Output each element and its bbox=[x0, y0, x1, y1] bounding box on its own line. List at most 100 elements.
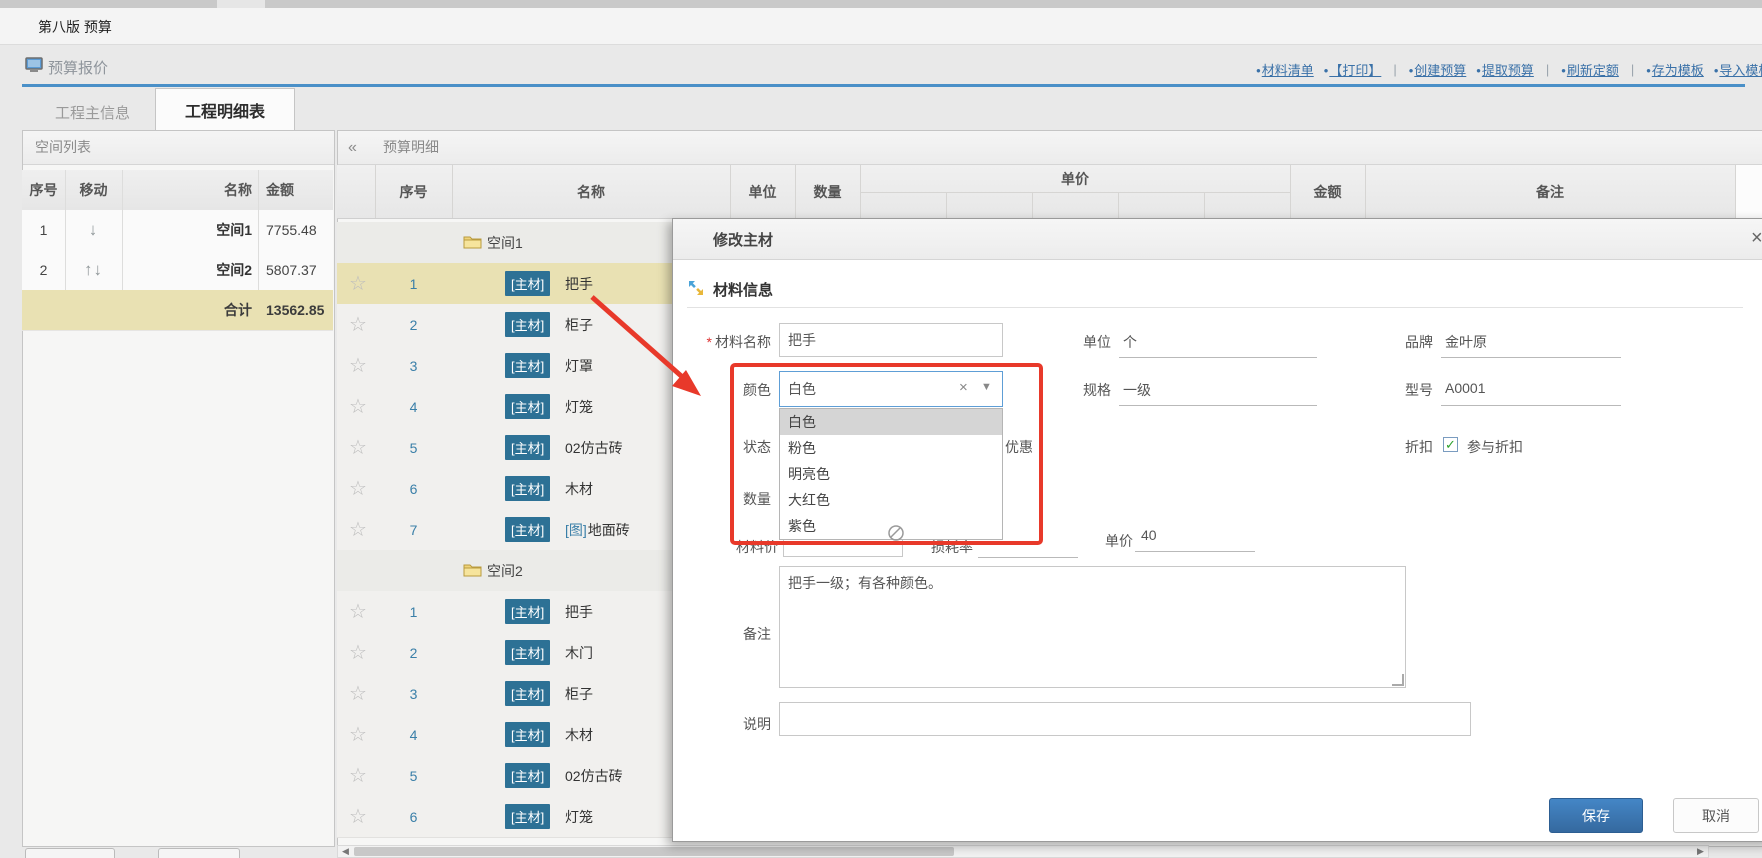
unit-label: 单位 bbox=[1011, 332, 1111, 352]
offer-label: 优惠 bbox=[1005, 437, 1045, 457]
unit-price-input[interactable]: 40 bbox=[1141, 527, 1157, 543]
col-move: 移动 bbox=[65, 170, 122, 210]
star-icon[interactable]: ☆ bbox=[345, 427, 371, 468]
star-icon[interactable]: ☆ bbox=[345, 386, 371, 427]
budget-detail-title: 预算明细 bbox=[383, 131, 439, 164]
toolbar-link-import-template[interactable]: •导入模板/预 bbox=[1714, 60, 1762, 79]
star-icon[interactable]: ☆ bbox=[345, 509, 371, 550]
star-icon[interactable]: ☆ bbox=[345, 304, 371, 345]
header-unit-price-group: 单价 bbox=[860, 165, 1290, 192]
brand-input[interactable]: 金叶原 bbox=[1445, 332, 1487, 352]
loss-rate-label: 损耗率 bbox=[913, 537, 973, 557]
section-divider bbox=[687, 307, 1743, 308]
qty-label: 数量 bbox=[673, 489, 771, 509]
unit-input[interactable]: 个 bbox=[1123, 332, 1137, 352]
toolbar-link-save-template[interactable]: •存为模板 bbox=[1646, 60, 1704, 79]
main-material-badge: [主材] bbox=[505, 394, 550, 419]
remark-textarea[interactable]: 把手一级；有各种颜色。 bbox=[779, 566, 1406, 688]
main-material-badge: [主材] bbox=[505, 271, 550, 296]
horizontal-scrollbar[interactable]: ◀ ▶ bbox=[337, 845, 1709, 858]
cancel-button[interactable]: 取消 bbox=[1673, 798, 1759, 833]
material-name-label: 材料名称 bbox=[715, 334, 771, 350]
clear-icon[interactable]: × bbox=[959, 379, 968, 396]
scroll-left-icon[interactable]: ◀ bbox=[338, 846, 353, 857]
dropdown-option[interactable]: 粉色 bbox=[780, 435, 1002, 461]
scroll-right-icon[interactable]: ▶ bbox=[1693, 846, 1708, 857]
star-icon[interactable]: ☆ bbox=[345, 796, 371, 837]
toolbar-link-material-list[interactable]: •材料清单 bbox=[1256, 60, 1314, 79]
space-row[interactable]: 1 ↓ 空间1 7755.48 bbox=[22, 210, 333, 251]
main-material-badge: [主材] bbox=[505, 640, 550, 665]
toolbar-separator: | bbox=[1393, 62, 1396, 77]
model-label: 型号 bbox=[1353, 380, 1433, 400]
star-icon[interactable]: ☆ bbox=[345, 755, 371, 796]
toolbar-link-refresh-quota[interactable]: •刷新定额 bbox=[1561, 60, 1619, 79]
main-material-badge: [主材] bbox=[505, 353, 550, 378]
model-input[interactable]: A0001 bbox=[1445, 380, 1485, 396]
main-material-badge: [主材] bbox=[505, 312, 550, 337]
dropdown-option[interactable]: 白色 bbox=[780, 409, 1002, 435]
section-arrows-icon bbox=[687, 279, 705, 300]
tab-project-detail-sheet[interactable]: 工程明细表 bbox=[155, 88, 295, 131]
partial-button[interactable] bbox=[25, 848, 115, 858]
partial-button[interactable] bbox=[158, 848, 240, 858]
dialog-header[interactable]: 修改主材 × bbox=[673, 219, 1762, 260]
color-dropdown-list: 白色 粉色 明亮色 大红色 紫色 bbox=[779, 408, 1003, 540]
star-icon[interactable]: ☆ bbox=[345, 632, 371, 673]
toolbar-link-create-budget[interactable]: •创建预算 bbox=[1409, 60, 1467, 79]
material-name-input[interactable]: 把手 bbox=[779, 323, 1003, 357]
main-material-badge: [主材] bbox=[505, 681, 550, 706]
save-button[interactable]: 保存 bbox=[1549, 798, 1643, 833]
budget-detail-header: « 预算明细 bbox=[338, 131, 1762, 165]
status-label: 状态 bbox=[673, 437, 771, 457]
star-icon[interactable]: ☆ bbox=[345, 714, 371, 755]
header-qty: 数量 bbox=[795, 165, 860, 218]
toolbar-link-print[interactable]: •【打印】 bbox=[1324, 60, 1382, 79]
dropdown-option[interactable]: 大红色 bbox=[780, 487, 1002, 513]
page-title: 预算报价 bbox=[48, 57, 108, 78]
detail-table-header: 序号 名称 单位 数量 单价 金额 备注 bbox=[337, 165, 1762, 219]
material-price-label: 材料价 bbox=[693, 537, 778, 557]
total-amount: 13562.85 bbox=[258, 290, 333, 330]
window-titlebar: 第八版 预算 bbox=[0, 8, 1762, 45]
note-input[interactable] bbox=[779, 702, 1471, 736]
dropdown-option[interactable]: 明亮色 bbox=[780, 461, 1002, 487]
edit-material-dialog: 修改主材 × 材料信息 *材料名称 把手 单位 个 品牌 金叶原 颜色 白色 ×… bbox=[672, 218, 1762, 842]
top-strip bbox=[0, 0, 1762, 8]
dropdown-resize-grip[interactable] bbox=[887, 524, 905, 545]
spec-label: 规格 bbox=[1011, 380, 1111, 400]
toolbar-link-extract-budget[interactable]: •提取预算 bbox=[1476, 60, 1534, 79]
discount-label: 折扣 bbox=[1353, 437, 1433, 457]
star-icon[interactable]: ☆ bbox=[345, 263, 371, 304]
discount-checkbox[interactable]: ✓ bbox=[1443, 437, 1458, 452]
move-up-down-icon[interactable]: ↑↓ bbox=[84, 260, 103, 280]
star-icon[interactable]: ☆ bbox=[345, 591, 371, 632]
collapse-sidebar-icon[interactable]: « bbox=[348, 131, 357, 164]
window-title: 第八版 预算 bbox=[38, 17, 112, 37]
space-table-header: 序号 移动 名称 金额 bbox=[22, 170, 333, 211]
star-icon[interactable]: ☆ bbox=[345, 345, 371, 386]
header-unit: 单位 bbox=[730, 165, 795, 218]
main-material-badge: [主材] bbox=[505, 722, 550, 747]
header-extra-cell bbox=[1735, 165, 1762, 218]
space-list-header: 空间列表 bbox=[23, 131, 334, 165]
toolbar-links: •材料清单 •【打印】 | •创建预算 •提取预算 | •刷新定额 | •存为模… bbox=[1256, 60, 1762, 79]
col-seq: 序号 bbox=[22, 170, 65, 210]
header-note: 备注 bbox=[1365, 165, 1735, 218]
scrollbar-thumb[interactable] bbox=[354, 847, 954, 856]
chevron-down-icon[interactable]: ▼ bbox=[981, 381, 992, 393]
spec-input[interactable]: 一级 bbox=[1123, 380, 1151, 400]
image-tag[interactable]: [图] bbox=[565, 520, 587, 540]
required-mark: * bbox=[707, 334, 712, 350]
textarea-resize-grip[interactable] bbox=[1392, 674, 1404, 686]
space-row[interactable]: 2 ↑↓ 空间2 5807.37 bbox=[22, 250, 333, 291]
tab-project-main-info[interactable]: 工程主信息 bbox=[30, 95, 155, 129]
move-down-icon[interactable]: ↓ bbox=[89, 220, 99, 240]
check-icon: ✓ bbox=[1445, 437, 1456, 453]
close-icon[interactable]: × bbox=[1751, 227, 1762, 250]
header-name: 名称 bbox=[452, 165, 730, 218]
dialog-title: 修改主材 bbox=[713, 229, 773, 250]
star-icon[interactable]: ☆ bbox=[345, 468, 371, 509]
color-combobox[interactable]: 白色 bbox=[779, 371, 1003, 407]
star-icon[interactable]: ☆ bbox=[345, 673, 371, 714]
